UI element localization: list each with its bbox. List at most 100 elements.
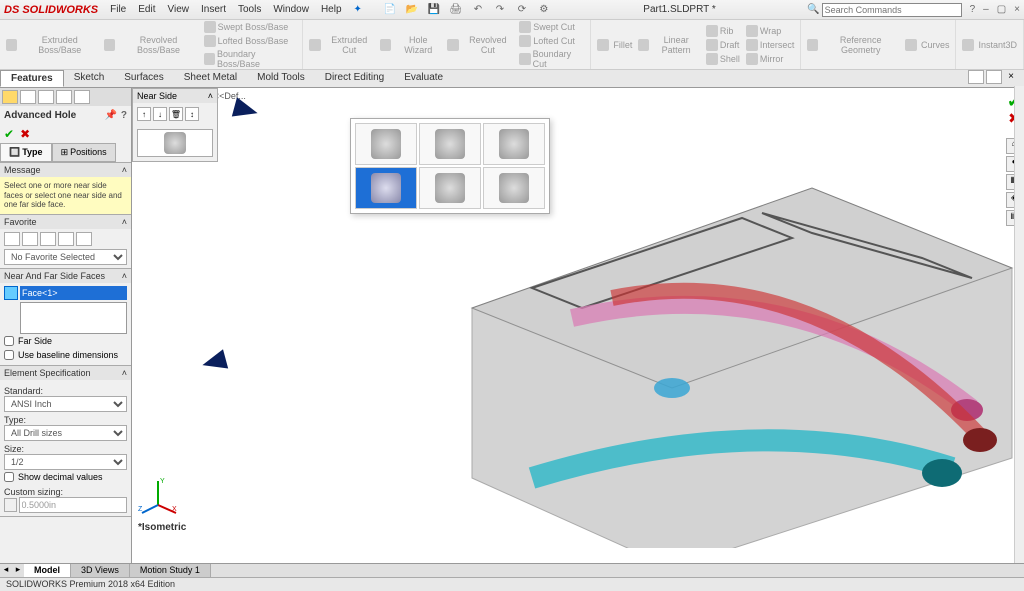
linear-pattern-button[interactable]: Linear Pattern [638,24,699,66]
fav-delete-icon[interactable] [40,232,56,246]
favorite-select[interactable]: No Favorite Selected [4,249,127,265]
mirror-button[interactable]: Mirror [746,52,795,66]
hole-element-preview[interactable] [137,129,213,157]
element-spec-header[interactable]: Element Specification˄ [0,366,131,380]
menu-pin-icon[interactable]: ✦ [354,4,362,15]
hole-simple-icon[interactable] [355,167,417,209]
rebuild-icon[interactable]: ⟳ [514,4,530,15]
near-side-collapse-icon[interactable]: ˄ [208,91,213,101]
fav-save-icon[interactable] [58,232,74,246]
faces-header[interactable]: Near And Far Side Faces˄ [0,269,131,283]
extruded-boss-button[interactable]: Extruded Boss/Base [6,20,98,70]
extruded-cut-button[interactable]: Extruded Cut [309,20,374,70]
fillet-button[interactable]: Fillet [597,24,632,66]
feature-tree-tab-icon[interactable] [2,90,18,104]
print-icon[interactable]: 🖨 [448,4,464,15]
wrap-button[interactable]: Wrap [746,24,795,38]
revolved-cut-button[interactable]: Revolved Cut [447,20,513,70]
menu-view[interactable]: View [167,4,189,15]
fav-add-icon[interactable] [22,232,38,246]
curves-button[interactable]: Curves [905,34,950,56]
menu-insert[interactable]: Insert [201,4,226,15]
menu-help[interactable]: Help [321,4,342,15]
tab-mold-tools[interactable]: Mold Tools [247,70,315,87]
help-fm-icon[interactable]: ? [121,110,127,121]
standard-select[interactable]: ANSI Inch [4,396,127,412]
face-selector-icon[interactable] [4,286,18,300]
hole-wizard-button[interactable]: Hole Wizard [380,20,441,70]
tab-features[interactable]: Features [0,70,64,87]
expand-tree-icon[interactable] [968,70,984,84]
tab-scroll-left-icon[interactable]: ◂ [0,564,12,577]
property-mgr-tab-icon[interactable] [20,90,36,104]
tab-sheet-metal[interactable]: Sheet Metal [174,70,247,87]
display-mgr-tab-icon[interactable] [74,90,90,104]
tab-sketch[interactable]: Sketch [64,70,115,87]
view-triad[interactable]: Y X Z *Isometric [138,475,186,533]
swept-cut-button[interactable]: Swept Cut [519,20,584,34]
tab-scroll-right-icon[interactable]: ▸ [12,564,24,577]
delete-element-icon[interactable]: 🗑 [169,107,183,121]
vertical-scrollbar[interactable] [1014,86,1024,563]
tab-direct-editing[interactable]: Direct Editing [315,70,394,87]
options-icon[interactable]: ⚙ [536,4,552,15]
menu-file[interactable]: File [110,4,126,15]
type-select[interactable]: All Drill sizes [4,425,127,441]
shell-button[interactable]: Shell [706,52,740,66]
open-icon[interactable]: 📂 [404,4,420,15]
collapse-icon[interactable]: ˄ [122,271,127,281]
rib-button[interactable]: Rib [706,24,740,38]
menu-window[interactable]: Window [273,4,309,15]
type-tab[interactable]: 🔲Type [0,143,52,162]
redo-icon[interactable]: ↷ [492,4,508,15]
draft-button[interactable]: Draft [706,38,740,52]
3d-model[interactable] [412,128,1024,548]
doc-close-icon[interactable]: × [1004,70,1018,87]
ref-geometry-button[interactable]: Reference Geometry [807,34,899,56]
collapse-icon[interactable]: ˄ [122,217,127,227]
revolved-boss-button[interactable]: Revolved Boss/Base [104,20,198,70]
size-select[interactable]: 1/2 [4,454,127,470]
motion-study-tab[interactable]: Motion Study 1 [130,564,211,577]
swept-boss-button[interactable]: Swept Boss/Base [204,20,297,34]
instant3d-button[interactable]: Instant3D [962,38,1017,52]
use-baseline-checkbox[interactable] [4,350,14,360]
positions-tab[interactable]: ⊞Positions [52,143,116,162]
model-tab[interactable]: Model [24,564,71,577]
maximize-icon[interactable]: ▢ [997,4,1006,15]
lofted-cut-button[interactable]: Lofted Cut [519,34,584,48]
lofted-boss-button[interactable]: Lofted Boss/Base [204,34,297,48]
save-icon[interactable]: 💾 [426,4,442,15]
favorite-header[interactable]: Favorite˄ [0,215,131,229]
collapse-icon[interactable]: ˄ [122,368,127,378]
minimize-icon[interactable]: – [983,4,989,15]
reverse-icon[interactable]: ↕ [185,107,199,121]
ok-button[interactable]: ✔ [4,127,14,141]
tab-evaluate[interactable]: Evaluate [394,70,453,87]
search-commands-input[interactable] [822,3,962,17]
help-icon[interactable]: ? [970,4,976,15]
3d-views-tab[interactable]: 3D Views [71,564,130,577]
message-header[interactable]: Message˄ [0,163,131,177]
insert-below-icon[interactable]: ↓ [153,107,167,121]
collapse-icon[interactable]: ˄ [122,165,127,175]
insert-above-icon[interactable]: ↑ [137,107,151,121]
face-selection-box[interactable] [20,302,127,334]
cancel-button[interactable]: ✖ [20,127,30,141]
show-decimal-checkbox[interactable] [4,472,14,482]
close-icon[interactable]: × [1014,4,1020,15]
boundary-boss-button[interactable]: Boundary Boss/Base [204,48,297,70]
counterbore-near-icon[interactable] [355,123,417,165]
dim-expert-tab-icon[interactable] [56,90,72,104]
graphics-viewport[interactable]: ▸ ⬢ Part1 (Default<<Def... Near Side˄ ↑ … [132,88,1024,563]
custom-sizing-input[interactable] [19,497,127,513]
menu-tools[interactable]: Tools [238,4,261,15]
new-icon[interactable]: 📄 [382,4,398,15]
undo-icon[interactable]: ↶ [470,4,486,15]
fav-apply-icon[interactable] [4,232,20,246]
pushpin-icon[interactable]: 📌 [104,110,116,121]
far-side-checkbox[interactable] [4,336,14,346]
fav-load-icon[interactable] [76,232,92,246]
tab-surfaces[interactable]: Surfaces [114,70,173,87]
config-mgr-tab-icon[interactable] [38,90,54,104]
